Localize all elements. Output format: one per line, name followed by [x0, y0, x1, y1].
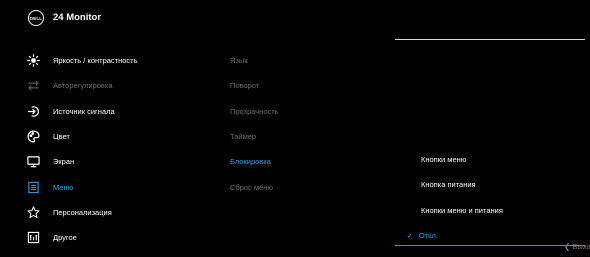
- sub-menu-item-lock[interactable]: Блокировка: [230, 149, 390, 174]
- brightness-icon: [26, 54, 40, 68]
- main-menu-label: Яркость / контрастность: [53, 56, 138, 66]
- selection-underline: [395, 245, 585, 246]
- main-menu-item-display[interactable]: Экран: [26, 149, 226, 174]
- sub-menu-item-timer[interactable]: Таймер: [230, 124, 390, 149]
- option-power-button[interactable]: Кнопка питания: [395, 172, 585, 197]
- sub-menu: Язык Поворот Прозрачность Таймер Блокиро…: [230, 48, 390, 200]
- main-menu-label: Авторегулировка: [53, 81, 113, 91]
- option-off-label: Откл.: [418, 231, 438, 241]
- lock-options: Кнопки меню Кнопка питания Кнопки меню и…: [395, 147, 585, 248]
- header-divider: [395, 39, 585, 40]
- display-icon: [26, 155, 40, 169]
- main-menu-item-personalize[interactable]: Персонализация: [26, 200, 226, 225]
- auto-adjust-icon: [26, 79, 40, 93]
- sub-menu-item-transparency[interactable]: Прозрачность: [230, 99, 390, 124]
- sub-menu-item-rotation[interactable]: Поворот: [230, 73, 390, 98]
- input-source-icon: [26, 104, 40, 118]
- main-menu-item-other[interactable]: Другое: [26, 225, 226, 250]
- main-menu-label: Источник сигнала: [53, 106, 115, 116]
- main-menu-label: Цвет: [53, 132, 70, 142]
- main-menu-label: Меню: [53, 182, 74, 192]
- osd-header: DELL 24 Monitor: [0, 0, 590, 40]
- color-palette-icon: [26, 130, 40, 144]
- option-menu-and-power-buttons[interactable]: Кнопки меню и питания: [395, 198, 585, 223]
- main-menu-item-color[interactable]: Цвет: [26, 124, 226, 149]
- dell-logo: DELL: [28, 10, 44, 26]
- option-menu-buttons[interactable]: Кнопки меню: [395, 147, 585, 172]
- other-icon: [26, 231, 40, 245]
- checkmark-icon: ✓: [407, 232, 413, 240]
- main-menu-item-brightness[interactable]: Яркость / контрастность: [26, 48, 226, 73]
- main-menu-item-menu[interactable]: Меню: [26, 174, 226, 199]
- main-menu-label: Другое: [53, 233, 77, 243]
- osd-window: DELL 24 Monitor Яркость / контрастность: [0, 0, 590, 257]
- menu-icon: [26, 180, 40, 194]
- exit-button[interactable]: ❮ Выход: [564, 242, 590, 251]
- main-menu: Яркость / контрастность Авторегулировка …: [26, 48, 226, 250]
- monitor-title: 24 Monitor: [53, 12, 102, 23]
- main-menu-item-input-source[interactable]: Источник сигнала: [26, 99, 226, 124]
- sub-menu-item-menu-reset[interactable]: Сброс меню: [230, 174, 390, 199]
- star-icon: [26, 205, 40, 219]
- main-menu-label: Экран: [53, 157, 75, 167]
- main-menu-item-auto-adjust: Авторегулировка: [26, 73, 226, 98]
- sub-menu-item-language[interactable]: Язык: [230, 48, 390, 73]
- main-menu-label: Персонализация: [53, 207, 112, 217]
